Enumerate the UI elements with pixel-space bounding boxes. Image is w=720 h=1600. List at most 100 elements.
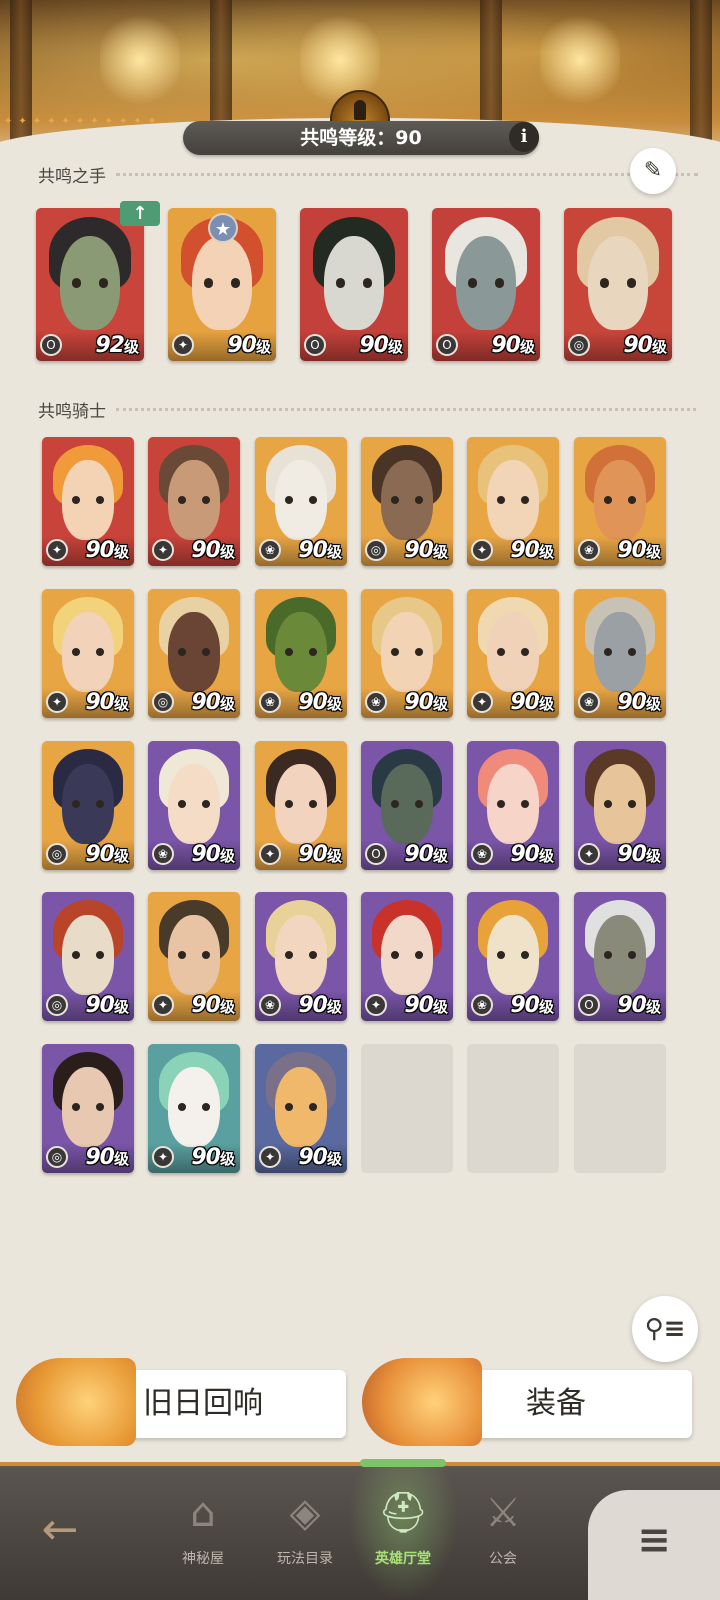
- hero-level: 90级: [359, 333, 403, 358]
- knights-hero-card[interactable]: ✦ 90级: [361, 892, 453, 1021]
- knights-hero-card[interactable]: ✦ 90级: [255, 741, 347, 870]
- hero-eyes: [335, 278, 373, 288]
- hero-level-value: 92: [95, 333, 125, 358]
- knights-hero-card[interactable]: ◎ 90级: [42, 1044, 134, 1173]
- knights-hero-card[interactable]: ✦ 90级: [42, 589, 134, 718]
- hands-hero-card[interactable]: O 92级: [36, 208, 144, 361]
- class-icon: ❀: [259, 539, 281, 561]
- dotted-divider: [116, 408, 696, 411]
- hero-level-value: 90: [623, 333, 653, 358]
- hero-level-unit: 级: [432, 998, 448, 1016]
- hero-level: 90级: [191, 993, 235, 1018]
- knights-hero-card[interactable]: ✦ 90级: [148, 437, 240, 566]
- nav-mystery-house[interactable]: ⌂ 神秘屋: [148, 1478, 258, 1588]
- hero-level-value: 90: [617, 993, 647, 1018]
- hero-level: 90级: [404, 842, 448, 867]
- hero-level-value: 90: [359, 333, 389, 358]
- wizard-hat-icon: ⌂: [190, 1490, 216, 1536]
- nav-play-catalog[interactable]: ◈ 玩法目录: [250, 1478, 360, 1588]
- hero-eyes: [497, 800, 529, 808]
- knights-hero-card[interactable]: ✦ 90级: [148, 1044, 240, 1173]
- knights-hero-card[interactable]: ❀ 90级: [361, 589, 453, 718]
- hero-level-value: 90: [85, 993, 115, 1018]
- hero-level: 90级: [404, 993, 448, 1018]
- quill-pen-icon[interactable]: ✎: [630, 148, 676, 194]
- knights-hero-card[interactable]: ✦ 90级: [574, 741, 666, 870]
- hero-eyes: [604, 496, 636, 504]
- knights-hero-card[interactable]: ❀ 90级: [255, 892, 347, 1021]
- filter-icon[interactable]: ⚲≡: [632, 1296, 698, 1362]
- knights-hero-card[interactable]: ✦ 90级: [467, 437, 559, 566]
- hero-level-value: 90: [85, 1145, 115, 1170]
- nav-hero-hall[interactable]: ⛑ 英雄厅堂: [348, 1478, 458, 1588]
- hero-eyes: [72, 648, 104, 656]
- knights-hero-card[interactable]: ◎ 90级: [361, 437, 453, 566]
- hero-level-value: 90: [298, 538, 328, 563]
- hero-eyes: [178, 951, 210, 959]
- knights-hero-card[interactable]: ❀ 90级: [467, 741, 559, 870]
- hero-level-value: 90: [227, 333, 257, 358]
- knights-hero-card[interactable]: ✦ 90级: [467, 589, 559, 718]
- hero-eyes: [72, 800, 104, 808]
- crossed-swords-icon: ⚔: [485, 1490, 521, 1536]
- hero-level-value: 90: [85, 538, 115, 563]
- hero-level-unit: 级: [326, 998, 342, 1016]
- knights-hero-card[interactable]: ❀ 90级: [574, 589, 666, 718]
- hands-hero-card[interactable]: O 90级: [300, 208, 408, 361]
- knights-hero-card[interactable]: ◎ 90级: [148, 589, 240, 718]
- hero-level-unit: 级: [219, 847, 235, 865]
- hero-level-value: 90: [191, 993, 221, 1018]
- hero-level: 92级: [95, 333, 139, 358]
- hero-eyes: [178, 648, 210, 656]
- knights-hero-card[interactable]: O 90级: [574, 892, 666, 1021]
- knights-hero-card[interactable]: ◎ 90级: [42, 892, 134, 1021]
- hero-level-value: 90: [298, 690, 328, 715]
- class-icon: ✦: [365, 994, 387, 1016]
- hero-level-value: 90: [510, 842, 540, 867]
- hero-level-value: 90: [85, 842, 115, 867]
- hero-level: 90级: [85, 538, 129, 563]
- knights-hero-card[interactable]: ❀ 90级: [255, 437, 347, 566]
- hero-level-unit: 级: [538, 998, 554, 1016]
- knights-hero-card[interactable]: ✦ 90级: [42, 437, 134, 566]
- knights-hero-card[interactable]: ✦ 90级: [255, 1044, 347, 1173]
- hero-level-value: 90: [510, 993, 540, 1018]
- class-icon: ◎: [46, 1146, 68, 1168]
- hero-level-unit: 级: [326, 1150, 342, 1168]
- hero-level-unit: 级: [538, 695, 554, 713]
- hero-eyes: [285, 496, 317, 504]
- hero-level: 90级: [85, 690, 129, 715]
- hero-eyes: [72, 496, 104, 504]
- resonance-level-label: 共鸣等级：90: [183, 121, 539, 155]
- knights-hero-card[interactable]: ❀ 90级: [255, 589, 347, 718]
- hero-level-value: 90: [404, 690, 434, 715]
- hero-level: 90级: [491, 333, 535, 358]
- hero-level-value: 90: [191, 690, 221, 715]
- knights-hero-card[interactable]: ❀ 90级: [148, 741, 240, 870]
- hands-hero-card[interactable]: ◎ 90级: [564, 208, 672, 361]
- hero-eyes: [72, 1103, 104, 1111]
- hero-level-value: 90: [617, 842, 647, 867]
- hero-level-unit: 级: [538, 847, 554, 865]
- hero-eyes: [285, 1103, 317, 1111]
- hero-level: 90级: [85, 1145, 129, 1170]
- knights-hero-card[interactable]: ✦ 90级: [148, 892, 240, 1021]
- knights-hero-card[interactable]: O 90级: [361, 741, 453, 870]
- hero-level-unit: 级: [326, 847, 342, 865]
- hero-level-value: 90: [191, 538, 221, 563]
- class-icon: O: [578, 994, 600, 1016]
- menu-list-icon[interactable]: ≡: [588, 1490, 720, 1600]
- nav-guild[interactable]: ⚔ 公会: [448, 1478, 558, 1588]
- knights-hero-card[interactable]: ❀ 90级: [467, 892, 559, 1021]
- hero-eyes: [178, 496, 210, 504]
- knights-hero-card[interactable]: ◎ 90级: [42, 741, 134, 870]
- knights-hero-card[interactable]: ❀ 90级: [574, 437, 666, 566]
- info-icon[interactable]: i: [509, 122, 539, 152]
- hero-level: 90级: [298, 993, 342, 1018]
- hands-hero-card[interactable]: O 90级: [432, 208, 540, 361]
- pillar-decoration: [10, 0, 32, 150]
- hero-eyes: [391, 496, 423, 504]
- window-glow: [540, 10, 620, 110]
- back-arrow-icon[interactable]: ←: [30, 1500, 90, 1560]
- class-icon: ❀: [152, 843, 174, 865]
